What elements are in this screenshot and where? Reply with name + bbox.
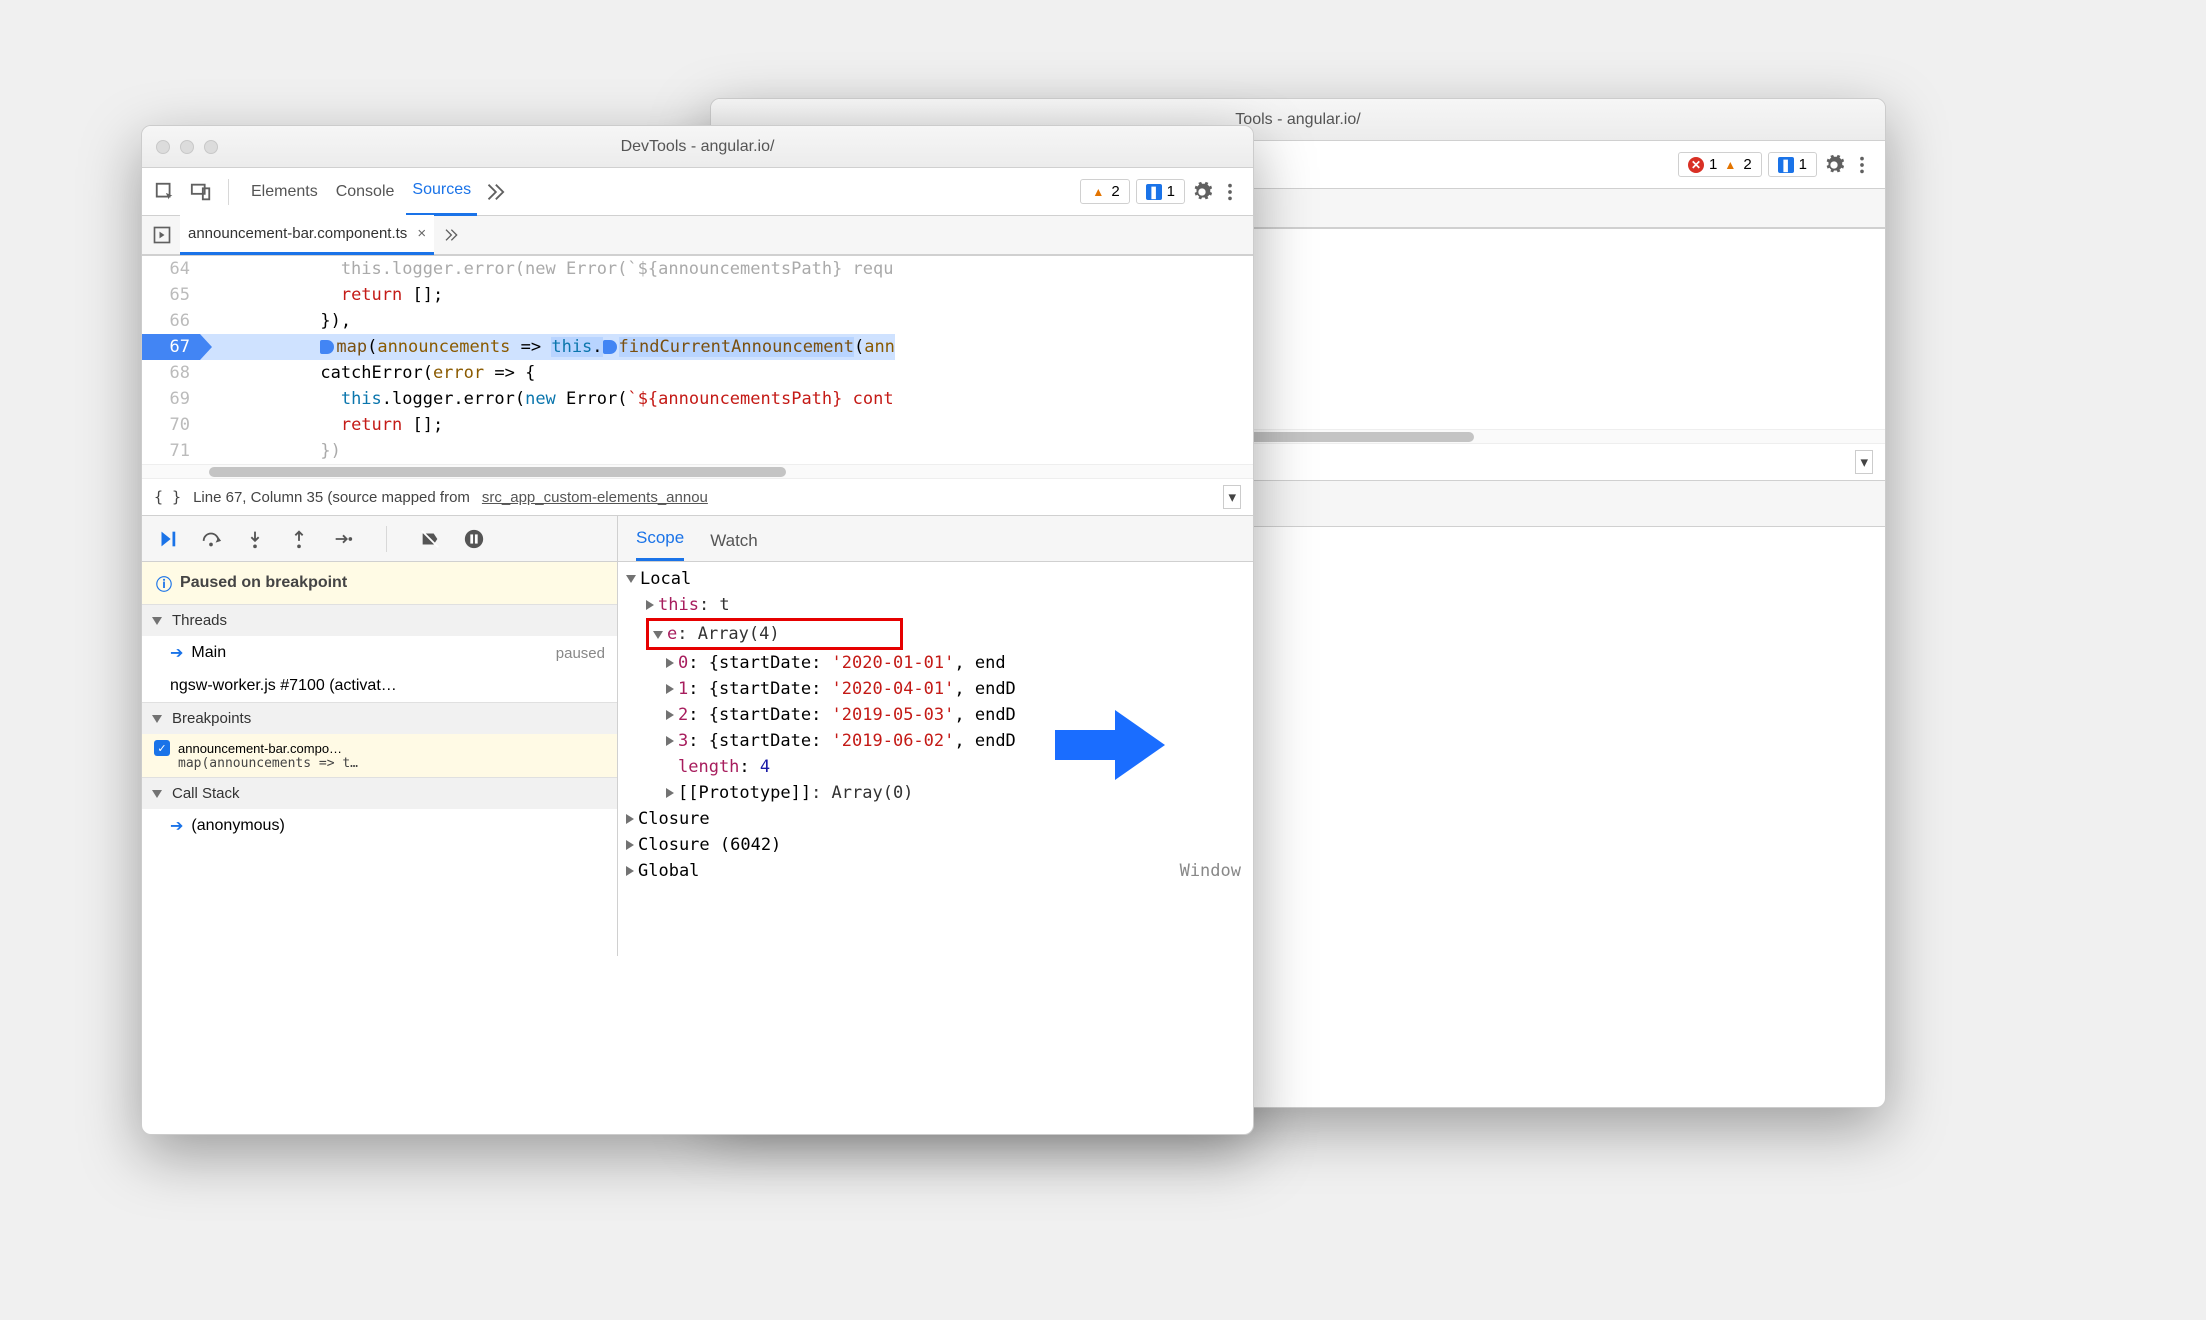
filetab-label: announcement-bar.component.ts xyxy=(188,225,407,242)
navigator-toggle-icon[interactable] xyxy=(152,224,172,246)
scope-closure[interactable]: Closure xyxy=(618,806,1253,832)
warn-badge[interactable]: ▲2 xyxy=(1080,179,1129,204)
status-text: Line 67, Column 35 (source mapped from xyxy=(193,489,470,506)
chevron-right-icon[interactable] xyxy=(483,181,505,203)
gear-icon[interactable] xyxy=(1823,154,1845,176)
warn-count: 2 xyxy=(1743,156,1751,173)
scope-global[interactable]: GlobalWindow xyxy=(618,858,1253,884)
callstack-frame[interactable]: ➔(anonymous) xyxy=(142,809,617,843)
device-icon[interactable] xyxy=(190,181,212,203)
step-icon[interactable] xyxy=(332,528,354,550)
info-count: 1 xyxy=(1167,183,1175,200)
error-count: 1 xyxy=(1709,156,1717,173)
step-over-icon[interactable] xyxy=(200,528,222,550)
tab-elements[interactable]: Elements xyxy=(245,168,324,216)
callstack-header[interactable]: Call Stack xyxy=(142,777,617,809)
step-out-icon[interactable] xyxy=(288,528,310,550)
watch-tab[interactable]: Watch xyxy=(710,531,758,561)
inspect-icon[interactable] xyxy=(154,181,176,203)
info-badge[interactable]: ❚1 xyxy=(1136,179,1185,204)
thread-main[interactable]: ➔Mainpaused xyxy=(142,636,617,670)
breakpoint-item[interactable]: ✓ announcement-bar.compo… map(announcemen… xyxy=(142,734,617,777)
warn-count: 2 xyxy=(1111,183,1119,200)
debugger-sidebar: ⓘPaused on breakpoint Threads ➔Mainpause… xyxy=(142,516,618,956)
array-item[interactable]: 1: {startDate: '2020-04-01', endD xyxy=(618,676,1253,702)
scope-tab[interactable]: Scope xyxy=(636,528,684,561)
filetab-announcement[interactable]: announcement-bar.component.ts × xyxy=(180,215,434,255)
titlebar-front: DevTools - angular.io/ xyxy=(142,126,1253,168)
code-editor-front[interactable]: 64 this.logger.error(new Error(`${announ… xyxy=(142,256,1253,464)
more-icon[interactable] xyxy=(1851,154,1873,176)
tab-console[interactable]: Console xyxy=(330,168,401,216)
dropdown-icon[interactable]: ▾ xyxy=(1223,485,1241,509)
sourcemap-link[interactable]: src_app_custom-elements_annou xyxy=(482,489,708,506)
breakpoint-gutter[interactable]: 67 xyxy=(142,334,200,360)
gear-icon[interactable] xyxy=(1191,181,1213,203)
debugger-controls xyxy=(142,516,617,562)
devtools-window-front: DevTools - angular.io/ Elements Console … xyxy=(141,125,1254,1135)
scope-local[interactable]: Local xyxy=(618,566,1253,592)
step-into-icon[interactable] xyxy=(244,528,266,550)
scope-closure-6042[interactable]: Closure (6042) xyxy=(618,832,1253,858)
tab-sources[interactable]: Sources xyxy=(406,168,477,216)
h-scrollbar[interactable] xyxy=(142,464,1253,478)
scope-var-highlighted[interactable]: e: Array(4) xyxy=(618,618,1253,650)
close-icon[interactable]: × xyxy=(417,225,426,242)
dropdown-icon[interactable]: ▾ xyxy=(1855,450,1873,474)
bp-file: announcement-bar.compo… xyxy=(178,741,342,756)
breakpoint-marker[interactable] xyxy=(320,340,334,354)
more-icon[interactable] xyxy=(1219,181,1241,203)
info-count: 1 xyxy=(1799,156,1807,173)
resume-icon[interactable] xyxy=(156,528,178,550)
paused-message: ⓘPaused on breakpoint xyxy=(142,562,617,604)
breakpoints-header[interactable]: Breakpoints xyxy=(142,702,617,734)
main-toolbar-front: Elements Console Sources ▲2 ❚1 xyxy=(142,168,1253,216)
info-badge[interactable]: ❚1 xyxy=(1768,152,1817,177)
annotation-arrow-icon xyxy=(1050,700,1170,790)
bp-code: map(announcements => t… xyxy=(154,756,605,771)
window-title-front: DevTools - angular.io/ xyxy=(142,138,1253,156)
scope-this[interactable]: this: t xyxy=(618,592,1253,618)
status-bar-front: { } Line 67, Column 35 (source mapped fr… xyxy=(142,478,1253,516)
checkbox-icon[interactable]: ✓ xyxy=(154,740,170,756)
deactivate-bp-icon[interactable] xyxy=(419,528,441,550)
thread-worker[interactable]: ngsw-worker.js #7100 (activat… xyxy=(142,670,617,702)
pause-exceptions-icon[interactable] xyxy=(463,528,485,550)
array-item[interactable]: 0: {startDate: '2020-01-01', end xyxy=(618,650,1253,676)
breakpoint-marker[interactable] xyxy=(603,340,617,354)
threads-header[interactable]: Threads xyxy=(142,604,617,636)
file-tabs-front: announcement-bar.component.ts × xyxy=(142,216,1253,256)
chevron-right-icon[interactable] xyxy=(442,224,458,246)
error-badge[interactable]: ✕1▲2 xyxy=(1678,152,1762,177)
